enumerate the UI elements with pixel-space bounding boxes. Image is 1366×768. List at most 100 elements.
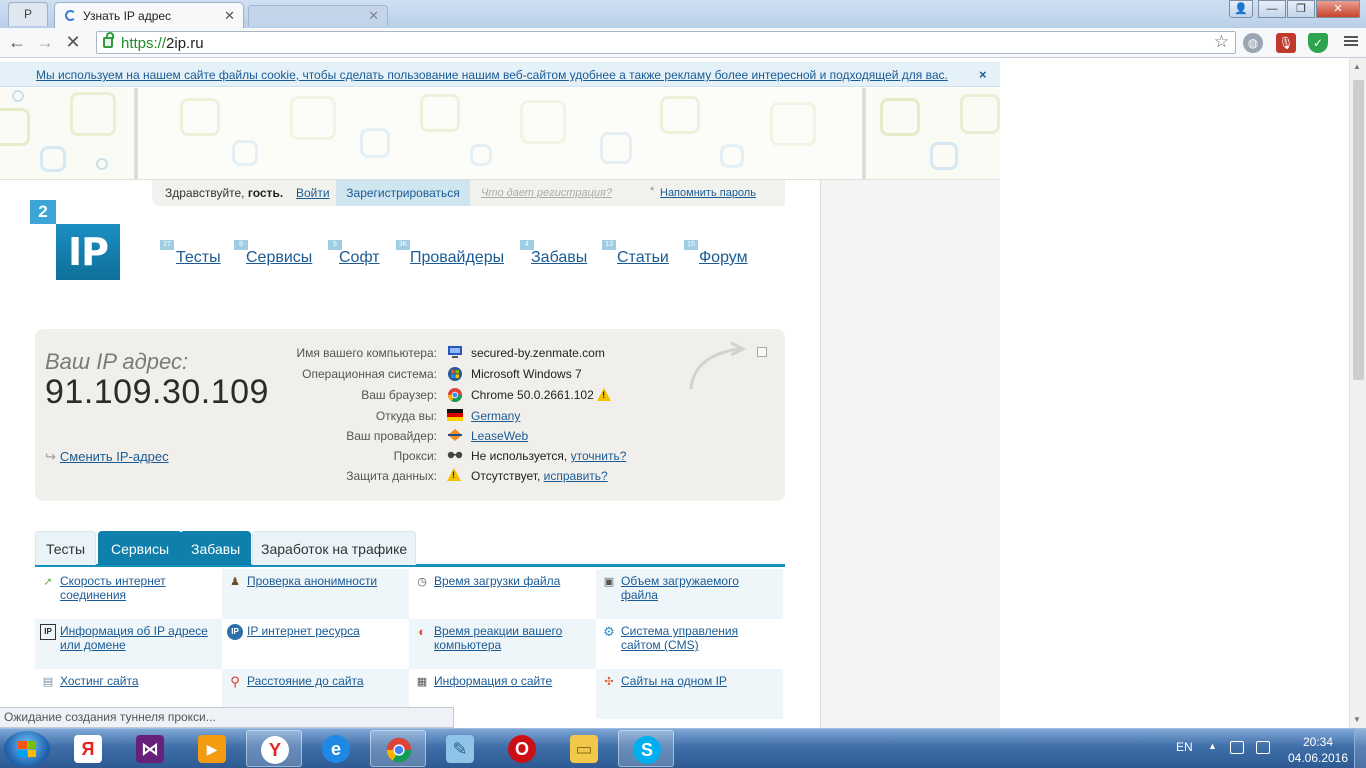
site-info-icon: ▦ (416, 676, 428, 688)
chrome-icon (447, 387, 463, 402)
service-item[interactable]: ⚙ Система управления сайтом (CMS) (596, 619, 783, 669)
stop-button[interactable]: ✕ (62, 32, 84, 54)
service-link[interactable]: Время реакции вашего компьютера (434, 624, 592, 652)
forward-button[interactable]: → (34, 32, 56, 54)
info-value-browser: Chrome 50.0.2661.102 (471, 388, 612, 402)
collapse-toggle[interactable] (757, 347, 767, 357)
nav-label[interactable]: Провайдеры (410, 249, 504, 267)
close-window-button[interactable]: ✕ (1316, 0, 1360, 18)
site-logo[interactable]: 2 IP (30, 200, 122, 282)
cookie-notice-text[interactable]: Мы используем на нашем сайте файлы cooki… (36, 68, 948, 82)
clock[interactable]: 20:34 04.06.2016 (1282, 734, 1354, 766)
nav-label[interactable]: Статьи (617, 249, 669, 267)
login-link[interactable]: Войти (296, 186, 330, 200)
service-item[interactable]: ➚ Скорость интернет соединения (35, 569, 222, 619)
chrome-app-icon[interactable] (370, 730, 426, 767)
nav-label[interactable]: Софт (339, 249, 380, 267)
provider-link[interactable]: LeaseWeb (471, 429, 528, 443)
file-size-icon: ▣ (603, 576, 615, 588)
service-item[interactable]: ▣ Объем загружаемого файла (596, 569, 783, 619)
service-link[interactable]: IP интернет ресурса (247, 624, 405, 638)
cookie-close-icon[interactable]: × (979, 67, 987, 82)
internet-explorer-app-icon[interactable]: e (308, 730, 364, 767)
user-profile-icon[interactable]: 👤 (1229, 0, 1253, 18)
profile-tab[interactable]: P (8, 2, 48, 26)
microphone-extension-icon[interactable]: 🎙 (1276, 33, 1296, 53)
right-sidebar (820, 180, 1000, 728)
scroll-thumb[interactable] (1353, 80, 1364, 380)
service-item[interactable]: ✣ Сайты на одном IP (596, 669, 783, 719)
sites-icon: ✣ (604, 676, 614, 688)
service-link[interactable]: Скорость интернет соединения (60, 574, 218, 602)
pin-icon: ⚲ (230, 674, 240, 689)
service-link[interactable]: Проверка анонимности (247, 574, 405, 588)
opera-app-icon[interactable]: O (494, 730, 550, 767)
notepad-app-icon[interactable]: ✎ (432, 730, 488, 767)
service-link[interactable]: Система управления сайтом (CMS) (621, 624, 779, 652)
tray-expand-icon[interactable]: ▲ (1208, 741, 1217, 751)
nav-badge: 13 (602, 240, 616, 250)
tray-app-icon[interactable] (1230, 741, 1244, 754)
minimize-button[interactable]: — (1258, 0, 1286, 18)
url-text[interactable]: https://2ip.ru (121, 35, 204, 52)
service-link[interactable]: Хостинг сайта (60, 674, 218, 688)
skype-app-icon[interactable]: S (618, 730, 674, 767)
chrome-menu-icon[interactable] (1344, 34, 1358, 48)
vertical-scrollbar[interactable]: ▲ ▼ (1349, 58, 1366, 728)
tab-traffic-earnings[interactable]: Заработок на трафике (252, 531, 417, 565)
nav-label[interactable]: Тесты (176, 249, 221, 267)
warning-icon (597, 388, 612, 401)
show-desktop-button[interactable] (1354, 729, 1366, 768)
tab-close-icon[interactable]: ✕ (224, 8, 235, 24)
nav-label[interactable]: Форум (699, 249, 748, 267)
register-button[interactable]: Зарегистрироваться (336, 180, 470, 206)
service-link[interactable]: Сайты на одном IP (621, 674, 779, 688)
change-ip-link[interactable]: ↪ Сменить IP-адрес (45, 449, 169, 465)
maximize-button[interactable]: ❐ (1287, 0, 1315, 18)
service-item[interactable]: ◷ Время загрузки файла (409, 569, 596, 619)
service-link[interactable]: Объем загружаемого файла (621, 574, 779, 602)
file-explorer-app-icon[interactable]: ▭ (556, 730, 612, 767)
scroll-up-icon[interactable]: ▲ (1353, 62, 1361, 71)
info-value-location: Germany (471, 409, 520, 423)
change-ip-label[interactable]: Сменить IP-адрес (60, 449, 169, 464)
computer-icon (447, 345, 463, 359)
yandex-app-icon[interactable]: Я (60, 730, 116, 767)
bookmark-star-icon[interactable]: ☆ (1214, 32, 1229, 52)
tab-close-icon[interactable]: ✕ (368, 8, 379, 24)
tab-services[interactable]: Сервисы (98, 531, 183, 565)
nav-label[interactable]: Сервисы (246, 249, 312, 267)
yandex-browser-app-icon[interactable]: Y (246, 730, 302, 767)
tab-inactive[interactable]: ✕ (248, 5, 388, 26)
service-link[interactable]: Время загрузки файла (434, 574, 592, 588)
back-button[interactable]: ← (6, 32, 28, 54)
service-item[interactable]: ♟ Проверка анонимности (222, 569, 409, 619)
start-button[interactable] (4, 731, 50, 767)
address-bar[interactable]: https://2ip.ru ☆ (96, 31, 1236, 54)
nav-label[interactable]: Забавы (531, 249, 587, 267)
lock-icon[interactable] (103, 32, 114, 48)
video-app-icon[interactable]: ▶ (184, 730, 240, 767)
tab-active[interactable]: Узнать IP адрес ✕ (54, 2, 244, 28)
visual-studio-app-icon[interactable]: ⋈ (122, 730, 178, 767)
remind-password-link[interactable]: Напомнить пароль (650, 185, 756, 199)
service-item[interactable]: IP IP интернет ресурса (222, 619, 409, 669)
ip-caption: Ваш IP адрес: (45, 349, 189, 374)
service-item[interactable]: IP Информация об IP адресе или домене (35, 619, 222, 669)
network-icon[interactable] (1256, 741, 1270, 754)
globe-extension-icon[interactable]: ◍ (1243, 33, 1263, 53)
zenmate-shield-icon[interactable]: ✓ (1308, 33, 1328, 53)
fix-link[interactable]: исправить? (544, 469, 608, 483)
scroll-down-icon[interactable]: ▼ (1353, 715, 1361, 724)
service-link[interactable]: Информация об IP адресе или домене (60, 624, 218, 652)
tab-fun[interactable]: Забавы (180, 531, 252, 565)
what-registration-link[interactable]: Что дает регистрация? (481, 187, 612, 199)
service-item[interactable]: ◐ Время реакции вашего компьютера (409, 619, 596, 669)
tab-tests[interactable]: Тесты (35, 531, 97, 565)
service-link[interactable]: Информация о сайте (434, 674, 592, 688)
info-row-browser: Ваш браузер: Chrome 50.0.2661.102 (235, 385, 755, 405)
clarify-link[interactable]: уточнить? (571, 449, 627, 463)
service-link[interactable]: Расстояние до сайта (247, 674, 405, 688)
language-indicator[interactable]: EN (1176, 740, 1193, 754)
country-link[interactable]: Germany (471, 409, 520, 423)
